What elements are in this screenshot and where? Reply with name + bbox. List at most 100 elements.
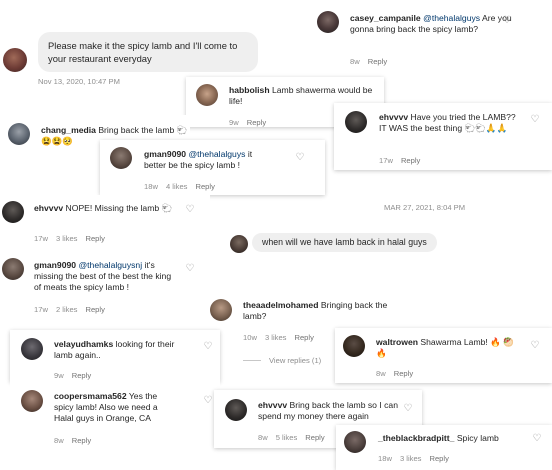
comment-likes[interactable]: 2 likes xyxy=(56,305,78,314)
avatar[interactable] xyxy=(196,84,218,106)
comment-mention[interactable]: @thehalalguys xyxy=(423,13,480,23)
comment-username[interactable]: theaadelmohamed xyxy=(243,300,318,310)
comment-age: 9w xyxy=(229,118,239,127)
comment-age: 10w xyxy=(243,333,257,342)
comment-age: 18w xyxy=(144,182,158,191)
comment-body: NOPE! Missing the lamb 🐑 xyxy=(65,203,173,213)
heart-outline-icon[interactable]: ♡ xyxy=(502,16,512,26)
reply-button[interactable]: Reply xyxy=(305,433,324,442)
comment-text: ehvvvv Have you tried the LAMB?? IT WAS … xyxy=(379,112,524,134)
comment-meta: 18w 3 likes Reply xyxy=(378,454,457,463)
comment-username[interactable]: gman9090 xyxy=(144,149,186,159)
reply-button[interactable]: Reply xyxy=(394,369,413,378)
comment-card: velayudhamks looking for their lamb agai… xyxy=(10,330,220,382)
reply-button[interactable]: Reply xyxy=(429,454,448,463)
comment-meta: 10w 3 likes Reply xyxy=(243,333,322,342)
comment-card: waltrowen Shawarma Lamb! 🔥 🥙🔥 ♡ 8w Reply xyxy=(335,328,552,383)
comment-card: gman9090 @thehalalguys it better be the … xyxy=(100,140,325,195)
message-bubble[interactable]: Please make it the spicy lamb and I'll c… xyxy=(38,32,258,72)
dm-message-card: when will we have lamb back in halal guy… xyxy=(224,226,454,262)
reply-button[interactable]: Reply xyxy=(72,436,91,445)
comment-text: ehvvvv NOPE! Missing the lamb 🐑 xyxy=(34,203,184,214)
comment-text: ehvvvv Bring back the lamb so I can spen… xyxy=(258,400,398,422)
comment-meta: 8w Reply xyxy=(350,57,395,66)
comment-username[interactable]: coopersmama562 xyxy=(54,391,127,401)
comment-username[interactable]: velayudhamks xyxy=(54,339,113,349)
message-timestamp: MAR 27, 2021, 8:04 PM xyxy=(384,203,466,212)
comment-meta: 17w 2 likes Reply xyxy=(34,305,113,314)
reply-button[interactable]: Reply xyxy=(247,118,266,127)
comment-username[interactable]: waltrowen xyxy=(376,337,418,347)
avatar[interactable] xyxy=(2,201,24,223)
heart-outline-icon[interactable]: ♡ xyxy=(203,396,213,406)
comment-text: theaadelmohamed Bringing back the lamb? xyxy=(243,300,393,322)
comment-age: 8w xyxy=(54,436,64,445)
comment-meta: 17w 3 likes Reply xyxy=(34,234,113,243)
comment-username[interactable]: _theblackbradpitt_ xyxy=(378,433,454,443)
reply-button[interactable]: Reply xyxy=(85,234,104,243)
avatar[interactable] xyxy=(344,431,366,453)
avatar[interactable] xyxy=(3,48,27,72)
comment-username[interactable]: casey_campanile xyxy=(350,13,421,23)
comment-card: ehvvvv Have you tried the LAMB?? IT WAS … xyxy=(334,103,552,170)
comment-likes[interactable]: 3 likes xyxy=(265,333,287,342)
comment-username[interactable]: ehvvvv xyxy=(258,400,287,410)
comment-age: 8w xyxy=(258,433,268,442)
heart-outline-icon[interactable]: ♡ xyxy=(185,264,195,274)
comment-age: 17w xyxy=(34,234,48,243)
avatar[interactable] xyxy=(21,338,43,360)
comment-likes[interactable]: 3 likes xyxy=(56,234,78,243)
comment-meta: 8w Reply xyxy=(376,369,421,378)
view-replies-button[interactable]: View replies (1) xyxy=(269,356,321,365)
avatar[interactable] xyxy=(343,335,365,357)
avatar[interactable] xyxy=(230,235,248,253)
comment-username[interactable]: ehvvvv xyxy=(34,203,63,213)
comment-age: 9w xyxy=(54,371,64,380)
comment-likes[interactable]: 3 likes xyxy=(400,454,422,463)
reply-button[interactable]: Reply xyxy=(195,182,214,191)
reply-button[interactable]: Reply xyxy=(401,156,420,165)
comment-card: coopersmama562 Yes the spicy lamb! Also … xyxy=(10,382,220,452)
replies-divider xyxy=(243,360,261,361)
reply-button[interactable]: Reply xyxy=(294,333,313,342)
comment-likes[interactable]: 4 likes xyxy=(166,182,188,191)
comment-card: gman9090 @thehalalguysnj it's missing th… xyxy=(0,252,210,320)
reply-button[interactable]: Reply xyxy=(72,371,91,380)
heart-outline-icon[interactable]: ♡ xyxy=(532,434,542,444)
avatar[interactable] xyxy=(317,11,339,33)
heart-outline-icon[interactable]: ♡ xyxy=(530,341,540,351)
comment-card: ehvvvv NOPE! Missing the lamb 🐑 ♡ 17w 3 l… xyxy=(0,195,210,247)
comment-body: Spicy lamb xyxy=(456,433,499,443)
heart-outline-icon[interactable]: ♡ xyxy=(295,153,305,163)
comment-likes[interactable]: 5 likes xyxy=(276,433,298,442)
avatar[interactable] xyxy=(8,123,30,145)
heart-outline-icon[interactable]: ♡ xyxy=(185,205,195,215)
message-bubble[interactable]: when will we have lamb back in halal guy… xyxy=(252,233,437,252)
comment-username[interactable]: ehvvvv xyxy=(379,112,408,122)
heart-outline-icon[interactable]: ♡ xyxy=(530,115,540,125)
comment-username[interactable]: chang_media xyxy=(41,125,96,135)
comment-mention[interactable]: @thehalalguys xyxy=(188,149,245,159)
comment-text: coopersmama562 Yes the spicy lamb! Also … xyxy=(54,391,179,424)
comment-mention[interactable]: @thehalalguysnj xyxy=(78,260,142,270)
avatar[interactable] xyxy=(2,258,24,280)
comment-card: _theblackbradpitt_ Spicy lamb ♡ 18w 3 lik… xyxy=(336,425,552,470)
comment-text: gman9090 @thehalalguys it better be the … xyxy=(144,149,274,171)
comment-meta: 8w 5 likes Reply xyxy=(258,433,333,442)
heart-outline-icon[interactable]: ♡ xyxy=(403,404,413,414)
avatar[interactable] xyxy=(110,147,132,169)
comment-text: velayudhamks looking for their lamb agai… xyxy=(54,339,189,361)
comment-username[interactable]: habbolish xyxy=(229,85,270,95)
comment-username[interactable]: gman9090 xyxy=(34,260,76,270)
comment-age: 17w xyxy=(379,156,393,165)
avatar[interactable] xyxy=(225,399,247,421)
comment-age: 17w xyxy=(34,305,48,314)
comment-text: casey_campanile @thehalalguys Are you go… xyxy=(350,13,515,35)
reply-button[interactable]: Reply xyxy=(85,305,104,314)
avatar[interactable] xyxy=(210,299,232,321)
comment-age: 8w xyxy=(350,57,360,66)
avatar[interactable] xyxy=(21,390,43,412)
reply-button[interactable]: Reply xyxy=(368,57,387,66)
heart-outline-icon[interactable]: ♡ xyxy=(203,342,213,352)
avatar[interactable] xyxy=(345,111,367,133)
